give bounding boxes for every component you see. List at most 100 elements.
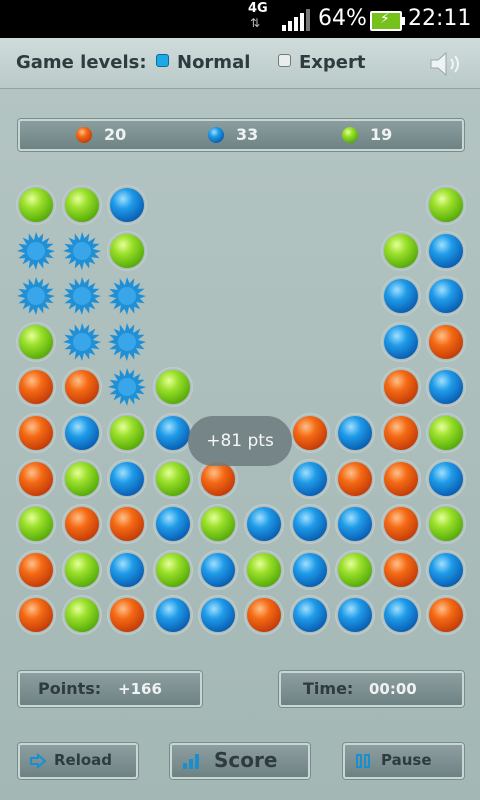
orange-ball[interactable] xyxy=(426,321,467,362)
time-label: Time: xyxy=(303,679,354,698)
blue-ball[interactable] xyxy=(244,504,284,545)
green-ball[interactable] xyxy=(244,549,284,590)
green-ball[interactable] xyxy=(380,230,421,271)
green-ball[interactable] xyxy=(16,504,56,545)
green-ball[interactable] xyxy=(335,549,376,590)
blue-ball[interactable] xyxy=(107,458,148,499)
blue-ball[interactable] xyxy=(335,413,376,453)
green-ball[interactable] xyxy=(16,185,56,225)
green-ball[interactable] xyxy=(152,367,193,408)
ball-sphere xyxy=(429,279,464,314)
ball-sphere xyxy=(201,507,236,542)
counter-orange: 20 xyxy=(76,123,156,147)
checkbox-icon[interactable] xyxy=(278,54,291,67)
ball-sphere xyxy=(64,461,99,496)
orange-ball[interactable] xyxy=(380,504,421,545)
orange-ball[interactable] xyxy=(16,367,56,408)
ball-sphere xyxy=(64,416,99,450)
pause-icon xyxy=(356,754,370,768)
orange-ball[interactable] xyxy=(61,367,102,408)
orange-ball[interactable] xyxy=(107,595,148,636)
blue-ball[interactable] xyxy=(198,595,239,636)
blue-ball[interactable] xyxy=(426,230,467,271)
blue-ball[interactable] xyxy=(61,413,102,453)
reload-label: Reload xyxy=(54,751,113,769)
orange-ball[interactable] xyxy=(107,504,148,545)
blue-ball[interactable] xyxy=(380,276,421,317)
ball-sphere xyxy=(201,552,236,587)
orange-ball[interactable] xyxy=(380,549,421,590)
blue-ball[interactable] xyxy=(107,185,148,225)
green-ball[interactable] xyxy=(61,185,102,225)
blue-ball[interactable] xyxy=(426,276,467,317)
orange-ball[interactable] xyxy=(380,367,421,408)
blue-ball[interactable] xyxy=(289,458,330,499)
popped-ball-splash[interactable] xyxy=(107,276,147,316)
orange-ball[interactable] xyxy=(380,458,421,499)
blue-ball[interactable] xyxy=(426,367,467,408)
green-ball[interactable] xyxy=(16,321,56,362)
orange-ball[interactable] xyxy=(335,458,376,499)
green-ball[interactable] xyxy=(198,504,239,545)
blue-ball[interactable] xyxy=(426,458,467,499)
score-toast: +81 pts xyxy=(188,416,292,466)
blue-ball[interactable] xyxy=(289,595,330,636)
level-label: Expert xyxy=(299,52,366,73)
green-ball[interactable] xyxy=(61,458,102,499)
orange-ball[interactable] xyxy=(380,413,421,453)
green-ball[interactable] xyxy=(426,504,467,545)
green-ball[interactable] xyxy=(426,413,467,453)
checkbox-icon[interactable] xyxy=(156,54,169,67)
green-ball[interactable] xyxy=(61,595,102,636)
blue-ball[interactable] xyxy=(380,321,421,362)
orange-ball[interactable] xyxy=(16,595,56,636)
counter-green: 19 xyxy=(342,123,422,147)
green-ball[interactable] xyxy=(152,549,193,590)
popped-ball-splash[interactable] xyxy=(62,276,102,316)
blue-ball[interactable] xyxy=(198,549,239,590)
blue-ball[interactable] xyxy=(107,549,148,590)
green-ball[interactable] xyxy=(61,549,102,590)
blue-ball[interactable] xyxy=(152,413,193,453)
ball-sphere xyxy=(64,507,99,542)
level-label: Normal xyxy=(177,52,251,73)
blue-ball[interactable] xyxy=(152,504,193,545)
speaker-icon[interactable] xyxy=(428,50,464,78)
level-option-expert[interactable]: Expert xyxy=(278,52,365,73)
blue-ball[interactable] xyxy=(380,595,421,636)
orange-ball[interactable] xyxy=(16,458,56,499)
green-ball[interactable] xyxy=(107,413,148,453)
blue-ball[interactable] xyxy=(335,504,376,545)
orange-ball[interactable] xyxy=(61,504,102,545)
reload-button[interactable]: Reload xyxy=(18,743,138,779)
green-ball[interactable] xyxy=(152,458,193,499)
game-header: Game levels: Normal Expert xyxy=(0,38,480,89)
orange-ball[interactable] xyxy=(16,413,56,453)
orange-ball[interactable] xyxy=(426,595,467,636)
orange-ball[interactable] xyxy=(16,549,56,590)
ball-sphere xyxy=(247,598,281,633)
arrow-right-icon xyxy=(30,753,46,769)
ball-sphere xyxy=(247,552,281,587)
popped-ball-splash[interactable] xyxy=(107,367,147,407)
blue-ball[interactable] xyxy=(335,595,376,636)
orange-ball[interactable] xyxy=(244,595,284,636)
popped-ball-splash[interactable] xyxy=(62,231,102,271)
popped-ball-splash[interactable] xyxy=(16,276,56,316)
score-button[interactable]: Score xyxy=(170,743,310,779)
popped-ball-splash[interactable] xyxy=(62,322,102,362)
ball-sphere xyxy=(155,507,190,542)
ball-sphere xyxy=(64,552,99,587)
blue-ball[interactable] xyxy=(289,549,330,590)
blue-ball[interactable] xyxy=(289,504,330,545)
blue-ball[interactable] xyxy=(152,595,193,636)
ball-sphere xyxy=(19,598,53,633)
popped-ball-splash[interactable] xyxy=(107,322,147,362)
green-ball[interactable] xyxy=(107,230,148,271)
orange-ball[interactable] xyxy=(289,413,330,453)
popped-ball-splash[interactable] xyxy=(16,231,56,271)
blue-ball[interactable] xyxy=(426,549,467,590)
level-option-normal[interactable]: Normal xyxy=(156,52,250,73)
pause-button[interactable]: Pause xyxy=(343,743,464,779)
green-ball[interactable] xyxy=(426,185,467,225)
